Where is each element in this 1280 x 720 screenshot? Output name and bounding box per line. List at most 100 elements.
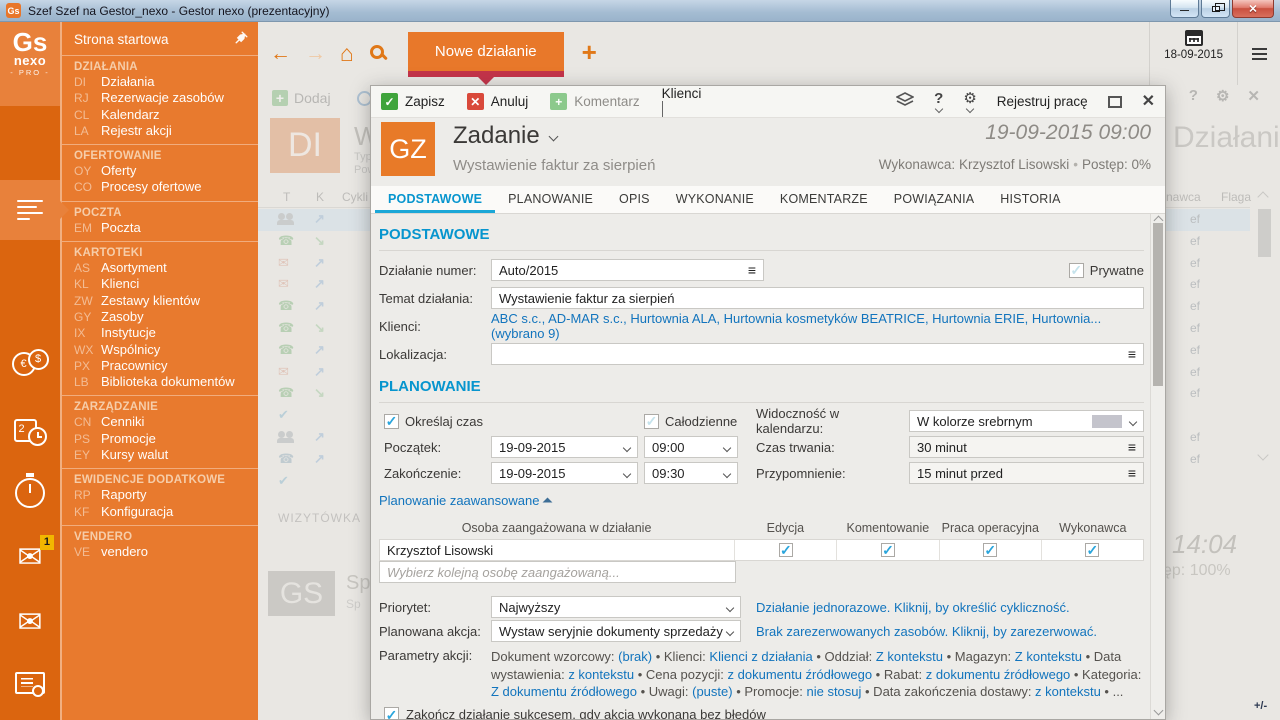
dialog-tab[interactable]: WYKONANIE	[663, 186, 767, 213]
final-success-checkbox[interactable]	[384, 707, 399, 719]
task-type-selector[interactable]: Zadanie	[453, 122, 557, 150]
wykonawca-checkbox[interactable]	[1085, 543, 1099, 557]
sidebar-item[interactable]: KF Konfiguracja	[62, 504, 258, 520]
sidebar-item[interactable]: CO Procesy ofertowe	[62, 179, 258, 195]
clients-menu-button[interactable]: Klienci	[662, 86, 702, 118]
parameter-segment[interactable]: z kontekstu	[568, 667, 634, 682]
pin-icon[interactable]	[235, 31, 248, 47]
sidebar-item[interactable]: RP Raporty	[62, 487, 258, 503]
zasoby-link[interactable]: Brak zarezerwowanych zasobów. Kliknij, b…	[756, 624, 1097, 639]
parameter-segment[interactable]: • Uwagi:	[637, 684, 692, 699]
dialog-tab[interactable]: HISTORIA	[987, 186, 1073, 213]
planowana-akcja-dropdown[interactable]: Wystaw seryjnie dokumenty sprzedaży	[491, 620, 741, 642]
sidebar-item[interactable]: PX Pracownicy	[62, 358, 258, 374]
currency-rates-button[interactable]	[0, 352, 60, 376]
parameter-segment[interactable]: • Klienci:	[652, 649, 709, 664]
mail-button[interactable]	[0, 608, 60, 638]
cyklicznosc-link[interactable]: Działanie jednorazowe. Kliknij, by okreś…	[756, 600, 1070, 615]
cancel-button[interactable]: Anuluj	[467, 93, 529, 110]
menu-toggle-button[interactable]	[0, 180, 60, 240]
numer-field[interactable]: Auto/2015	[491, 259, 764, 281]
parameter-segment[interactable]: z kontekstu	[1035, 684, 1101, 699]
przypomnienie-field[interactable]: 15 minut przed	[909, 462, 1144, 484]
sidebar-item[interactable]: ZW Zestawy klientów	[62, 293, 258, 309]
tab-nowe-dzialanie[interactable]: Nowe działanie	[408, 32, 564, 71]
add-person-input[interactable]	[379, 561, 736, 583]
sidebar-item-strona-startowa[interactable]: Strona startowa	[62, 29, 258, 50]
sidebar-item[interactable]: ZARZĄDZANIE	[62, 395, 258, 414]
praca-operacyjna-checkbox[interactable]	[983, 543, 997, 557]
okreslaj-czas-checkbox[interactable]	[384, 414, 399, 429]
forward-button[interactable]: →	[305, 43, 326, 64]
parameter-segment[interactable]: nie stosuj	[806, 684, 861, 699]
dialog-tab[interactable]: PLANOWANIE	[495, 186, 606, 213]
settings-button[interactable]	[963, 91, 976, 112]
back-button[interactable]: ←	[270, 43, 291, 64]
dialog-tab[interactable]: PODSTAWOWE	[375, 186, 495, 213]
widocznosc-dropdown[interactable]: W kolorze srebrnym	[909, 410, 1144, 432]
komentowanie-checkbox[interactable]	[881, 543, 895, 557]
parameter-segment[interactable]: • ...	[1101, 684, 1124, 699]
inbox-button[interactable]: 1	[0, 543, 60, 573]
parameter-segment[interactable]: • Rabat:	[872, 667, 926, 682]
parameter-segment[interactable]: • Oddział:	[813, 649, 876, 664]
temat-field[interactable]: Wystawienie faktur za sierpień	[491, 287, 1144, 309]
options-icon[interactable]	[1128, 466, 1136, 481]
options-icon[interactable]	[1128, 347, 1136, 362]
sidebar-item[interactable]: RJ Rezerwacje zasobów	[62, 90, 258, 106]
help-button[interactable]	[934, 91, 943, 112]
lokalizacja-field[interactable]	[491, 343, 1144, 365]
sidebar-item[interactable]: VENDERO	[62, 525, 258, 544]
parameter-segment[interactable]: (puste)	[692, 684, 732, 699]
layers-button[interactable]	[896, 92, 914, 111]
sidebar-item[interactable]: PS Promocje	[62, 431, 258, 447]
scroll-down-icon[interactable]	[1154, 706, 1164, 716]
date-picker[interactable]: 18-09-2015	[1149, 22, 1238, 85]
sidebar-item[interactable]: VE vendero	[62, 544, 258, 560]
edycja-checkbox[interactable]	[779, 543, 793, 557]
sidebar-item[interactable]: AS Asortyment	[62, 260, 258, 276]
parameter-segment[interactable]: • Kategoria:	[1070, 667, 1145, 682]
dialog-tab[interactable]: KOMENTARZE	[767, 186, 881, 213]
zakonczenie-date-dropdown[interactable]: 19-09-2015	[491, 462, 638, 484]
minimize-button[interactable]	[1170, 0, 1199, 18]
prywatne-checkbox[interactable]	[1069, 263, 1084, 278]
sidebar-item[interactable]: DZIAŁANIA	[62, 55, 258, 74]
sidebar-item[interactable]: WX Wspólnicy	[62, 342, 258, 358]
home-button[interactable]: ⌂	[340, 42, 354, 65]
klienci-link[interactable]: ABC s.c., AD-MAR s.c., Hurtownia ALA, Hu…	[491, 311, 1144, 341]
close-dialog-icon[interactable]	[1142, 94, 1155, 110]
maximize-icon[interactable]	[1108, 96, 1122, 108]
sidebar-item[interactable]: LB Biblioteka dokumentów	[62, 374, 258, 390]
parameter-segment[interactable]: (brak)	[618, 649, 652, 664]
zakonczenie-time-dropdown[interactable]: 09:30	[644, 462, 738, 484]
parameter-segment[interactable]: Dokument wzorcowy:	[491, 649, 618, 664]
parameter-segment[interactable]: Z dokumentu źródłowego	[491, 684, 637, 699]
dialog-scrollbar[interactable]	[1150, 214, 1165, 719]
close-window-button[interactable]	[1232, 0, 1274, 18]
parameter-segment[interactable]: • Cena pozycji:	[634, 667, 727, 682]
sidebar-item[interactable]: EM Poczta	[62, 220, 258, 236]
czas-trwania-field[interactable]: 30 minut	[909, 436, 1144, 458]
new-tab-button[interactable]: +	[582, 39, 597, 65]
register-work-button[interactable]: Rejestruj pracę	[997, 94, 1088, 109]
sidebar-item[interactable]: OFERTOWANIE	[62, 144, 258, 163]
sidebar-item[interactable]: CN Cenniki	[62, 414, 258, 430]
parameter-segment[interactable]: • Data zakończenia dostawy:	[861, 684, 1035, 699]
parameter-segment[interactable]: Klienci z działania	[709, 649, 812, 664]
sidebar-item[interactable]: OY Oferty	[62, 163, 258, 179]
priorytet-dropdown[interactable]: Najwyższy	[491, 596, 741, 618]
calendar-clock-button[interactable]	[0, 415, 60, 446]
calodzienne-checkbox[interactable]	[644, 414, 659, 429]
parameter-segment[interactable]: Z kontekstu	[1015, 649, 1082, 664]
parameter-segment[interactable]: Z kontekstu	[876, 649, 943, 664]
stopwatch-button[interactable]	[0, 478, 60, 508]
sidebar-item[interactable]: GY Zasoby	[62, 309, 258, 325]
options-icon[interactable]	[1128, 440, 1136, 455]
sidebar-item[interactable]: POCZTA	[62, 201, 258, 220]
sidebar-item[interactable]: EY Kursy walut	[62, 447, 258, 463]
parameter-segment[interactable]: z dokumentu źródłowego	[728, 667, 873, 682]
sidebar-item[interactable]: LA Rejestr akcji	[62, 123, 258, 139]
parameter-segment[interactable]: • Promocje:	[733, 684, 807, 699]
sidebar-item[interactable]: DI Działania	[62, 74, 258, 90]
